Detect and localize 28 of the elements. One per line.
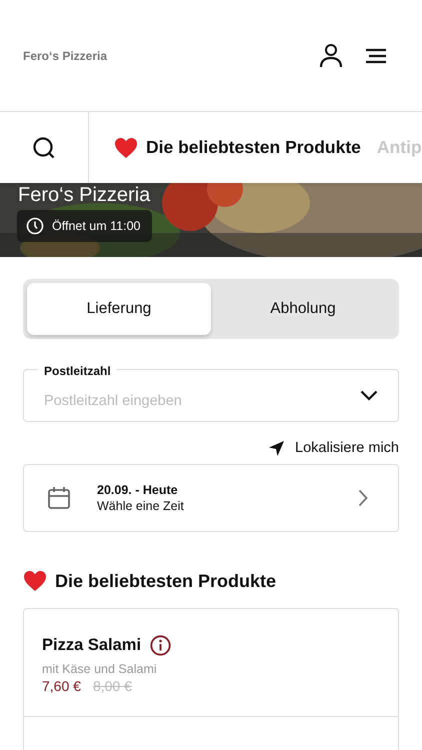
clock-icon	[26, 217, 44, 235]
hero-title: Fero‘s Pizzeria	[18, 183, 150, 207]
mode-tab[interactable]: Lieferung	[27, 283, 211, 335]
info-icon[interactable]	[150, 635, 172, 656]
search-icon[interactable]	[32, 136, 56, 160]
heart-icon	[23, 570, 47, 592]
section-title: Die beliebtesten Produkte	[55, 570, 276, 592]
chevron-right-icon	[358, 489, 368, 507]
date-title: 20.09. - Heute	[97, 483, 179, 497]
old-price: 8,00 €	[92, 678, 132, 694]
field-label: Postleitzahl	[38, 364, 117, 378]
date-subtitle: Wähle eine Zeit	[97, 499, 185, 513]
calendar-icon	[47, 486, 71, 510]
mode-tab[interactable]: Abholung	[211, 283, 395, 335]
heart-icon	[114, 136, 138, 158]
product-name[interactable]: Pizza Salami	[42, 636, 142, 655]
chevron-down-icon	[360, 390, 378, 401]
account-icon[interactable]	[319, 42, 343, 68]
postcode-input[interactable]: Postleitzahl eingeben	[44, 382, 360, 408]
product-description: mit Käse und Salami	[42, 662, 158, 676]
price: 7,60 €	[42, 678, 81, 694]
opening-text: Öffnet um 11:00	[52, 219, 140, 233]
location-arrow-icon	[269, 440, 284, 456]
menu-icon[interactable]	[365, 48, 387, 64]
locate-link[interactable]: Lokalisiere mich	[269, 440, 399, 456]
category-tab[interactable]: Die beliebtesten Produkte	[114, 136, 361, 158]
date-picker[interactable]: 20.09. - Heute Wähle eine Zeit	[23, 464, 399, 532]
restaurant-name: Fero‘s Pizzeria	[23, 48, 108, 62]
